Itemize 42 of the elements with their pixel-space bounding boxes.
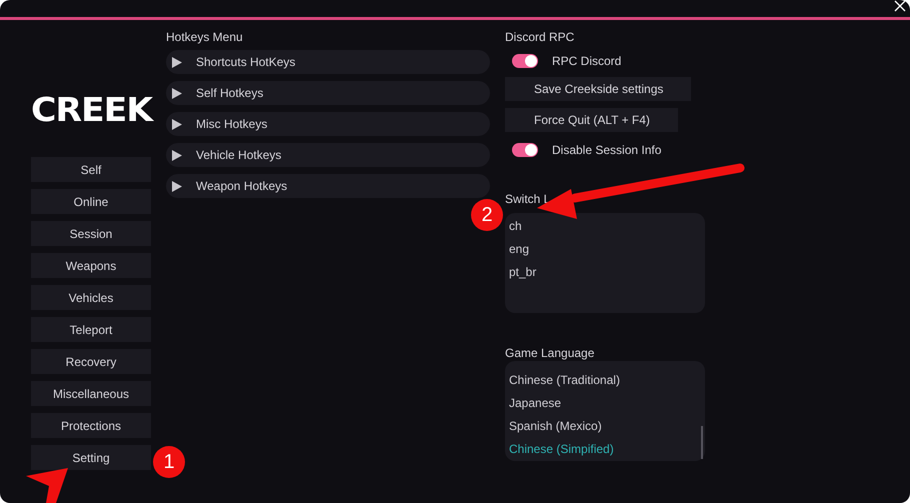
- sidebar-button[interactable]: Protections: [31, 413, 151, 438]
- list-item[interactable]: pt_br: [509, 265, 701, 280]
- close-icon[interactable]: [894, 0, 906, 12]
- sidebar-button[interactable]: Online: [31, 189, 151, 214]
- play-icon: [172, 56, 182, 68]
- collapsible-row[interactable]: Weapon Hotkeys: [166, 174, 490, 198]
- list-item[interactable]: Spanish (Mexico): [509, 419, 701, 434]
- play-icon: [172, 150, 182, 160]
- step-badge: 2: [471, 199, 503, 231]
- list-item[interactable]: ch: [509, 219, 701, 234]
- section-title: Hotkeys Menu: [166, 30, 244, 45]
- sidebar-button[interactable]: Self: [31, 157, 151, 182]
- section-title: Game Language: [505, 346, 596, 361]
- list-item[interactable]: Chinese (Simpified): [509, 442, 701, 457]
- sidebar-button[interactable]: Miscellaneous: [31, 381, 151, 406]
- sidebar-button[interactable]: Vehicles: [31, 285, 151, 310]
- play-icon: [172, 180, 182, 192]
- list-item[interactable]: Chinese (Traditional): [509, 373, 701, 388]
- toggle-switch[interactable]: [512, 143, 538, 157]
- toggle-label: Disable Session Info: [552, 143, 662, 157]
- sidebar-button[interactable]: Session: [31, 221, 151, 246]
- arrow-icon: [26, 468, 68, 503]
- sidebar-button[interactable]: Recovery: [31, 349, 151, 374]
- toggle-label: RPC Discord: [552, 54, 622, 68]
- sidebar-button[interactable]: Teleport: [31, 317, 151, 342]
- play-icon: [172, 118, 182, 130]
- list-item[interactable]: Japanese: [509, 396, 701, 411]
- toggle-switch[interactable]: [512, 54, 538, 68]
- collapsible-row[interactable]: Misc Hotkeys: [166, 112, 490, 136]
- collapsible-row[interactable]: Shortcuts HotKeys: [166, 50, 490, 74]
- collapsible-row[interactable]: Self Hotkeys: [166, 81, 490, 105]
- step-badge: 1: [153, 446, 185, 478]
- action-button[interactable]: Save Creekside settings: [505, 77, 692, 101]
- section-title: Discord RPC: [505, 30, 576, 45]
- sidebar-button[interactable]: Setting: [31, 445, 151, 470]
- sidebar-button[interactable]: Weapons: [31, 253, 151, 278]
- action-button[interactable]: Force Quit (ALT + F4): [505, 108, 678, 132]
- list-item[interactable]: eng: [509, 242, 701, 257]
- logo: CREEK: [31, 93, 155, 127]
- play-icon: [172, 88, 182, 98]
- collapsible-row[interactable]: Vehicle Hotkeys: [166, 143, 490, 167]
- scrollbar[interactable]: [701, 426, 703, 459]
